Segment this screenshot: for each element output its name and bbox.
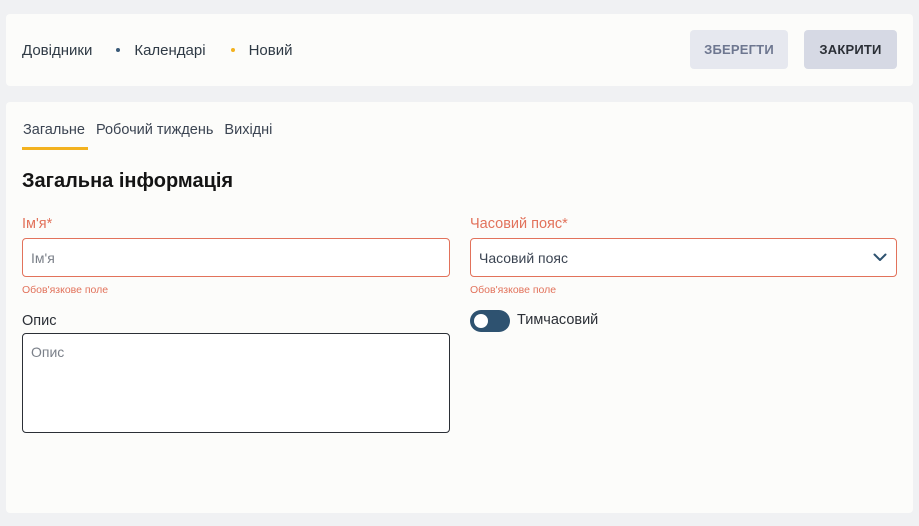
breadcrumb-item-directories[interactable]: Довідники: [22, 42, 92, 59]
breadcrumb: Довідники Календарі Новий: [22, 14, 292, 86]
tab-general[interactable]: Загальне: [22, 122, 88, 150]
name-label: Ім'я*: [22, 216, 53, 232]
save-button[interactable]: ЗБЕРЕГТИ: [690, 30, 788, 69]
timezone-select[interactable]: Часовий пояс: [470, 238, 897, 277]
page-header: Довідники Календарі Новий ЗБЕРЕГТИ ЗАКРИ…: [6, 14, 913, 86]
close-button[interactable]: ЗАКРИТИ: [804, 30, 897, 69]
description-textarea[interactable]: [22, 333, 450, 433]
timezone-label: Часовий пояс*: [470, 216, 568, 232]
tab-work-week[interactable]: Робочий тиждень: [95, 122, 214, 150]
chevron-down-icon: [872, 250, 888, 266]
temporary-label: Тимчасовий: [517, 312, 599, 328]
name-input[interactable]: [22, 238, 450, 277]
breadcrumb-separator-dot-icon: [116, 48, 121, 52]
tab-bar: Загальне Робочий тиждень Вихідні: [22, 122, 282, 150]
section-title: Загальна інформація: [22, 170, 234, 192]
timezone-error-message: Обов'язкове поле: [470, 284, 557, 296]
timezone-placeholder: Часовий пояс: [479, 249, 568, 266]
temporary-toggle[interactable]: [470, 310, 510, 332]
toggle-knob: [474, 314, 488, 328]
name-error-message: Обов'язкове поле: [22, 284, 109, 296]
description-label: Опис: [22, 313, 57, 329]
tab-holidays[interactable]: Вихідні: [223, 122, 273, 150]
breadcrumb-separator-dot-icon: [230, 48, 235, 52]
breadcrumb-item-calendars[interactable]: Календарі: [134, 42, 205, 59]
main-card: Загальне Робочий тиждень Вихідні Загальн…: [6, 102, 913, 513]
breadcrumb-item-new: Новий: [248, 41, 293, 59]
